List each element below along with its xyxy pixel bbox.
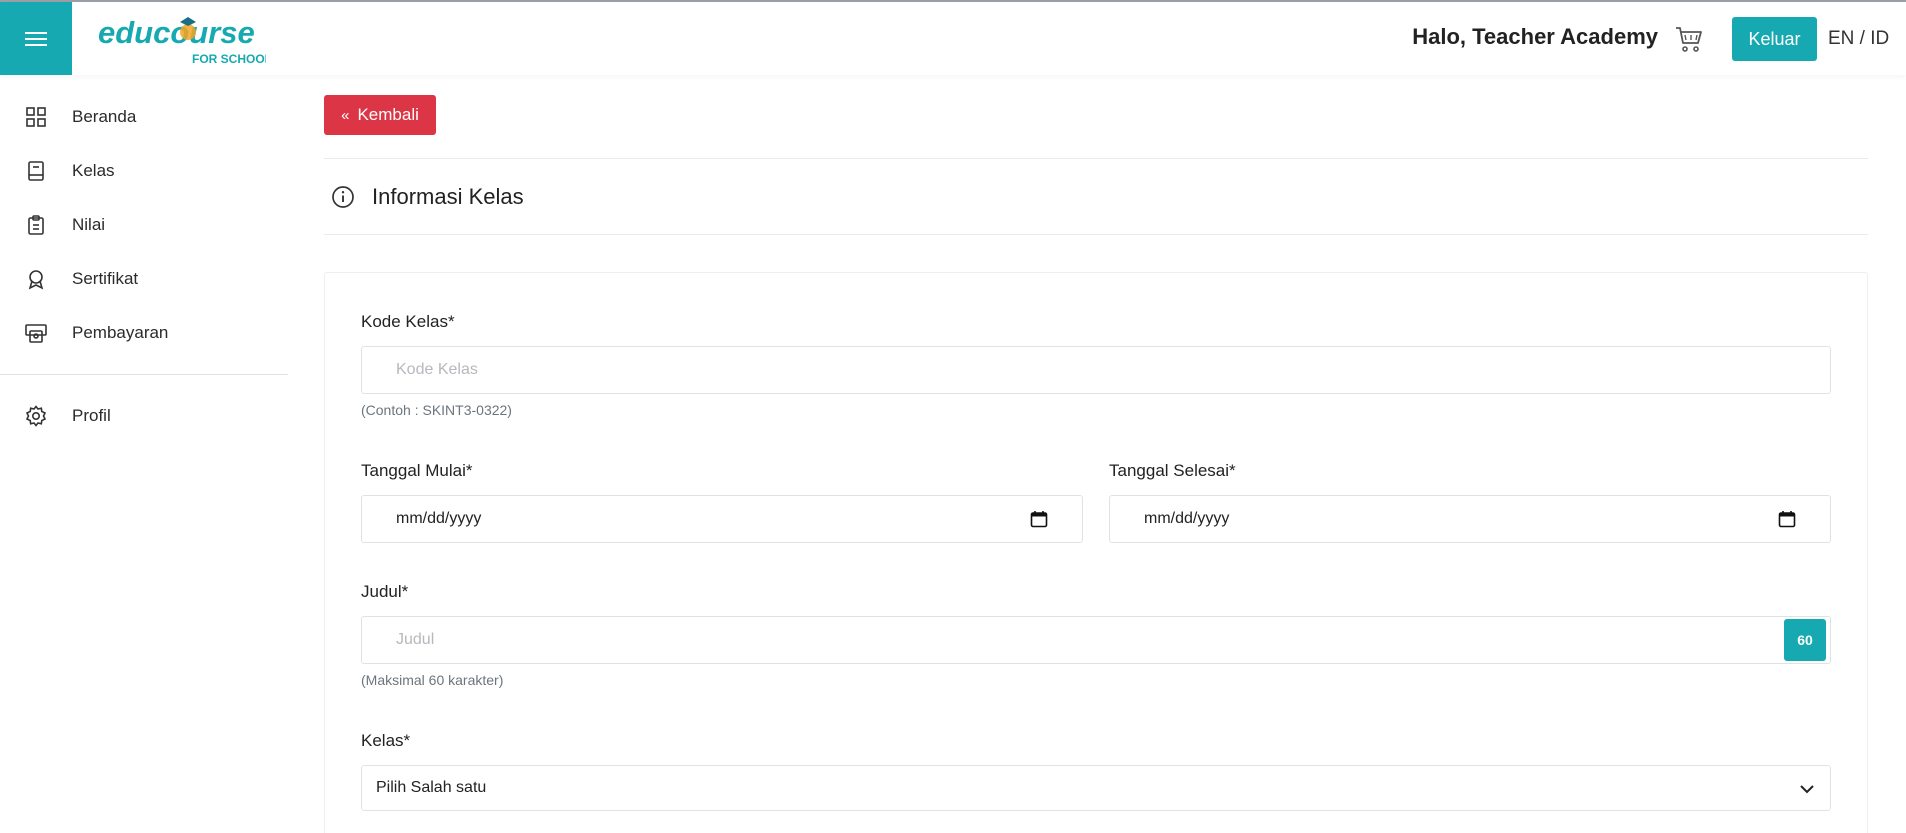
- judul-input[interactable]: [361, 616, 1831, 664]
- tanggal-mulai-label: Tanggal Mulai*: [361, 461, 473, 480]
- double-chevron-left-icon: «: [341, 106, 350, 124]
- back-button-label: Kembali: [357, 105, 419, 124]
- sidebar-item-label: Beranda: [72, 107, 137, 126]
- logout-button[interactable]: Keluar: [1732, 17, 1817, 61]
- language-switcher: EN / ID: [1828, 28, 1889, 50]
- cart-icon[interactable]: [1674, 24, 1704, 54]
- back-button[interactable]: « Kembali: [324, 95, 436, 135]
- kode-kelas-input[interactable]: [361, 346, 1831, 394]
- payment-icon: [24, 321, 48, 345]
- sidebar-item-label: Nilai: [72, 215, 106, 234]
- sidebar-item-label: Sertifikat: [72, 269, 139, 288]
- tanggal-selesai-input[interactable]: mm/dd/yyyy: [1109, 495, 1831, 543]
- sidebar-item-label: Profil: [72, 406, 111, 425]
- calendar-icon[interactable]: [1030, 510, 1048, 528]
- sidebar-item-label: Kelas: [72, 161, 115, 180]
- judul-hint: (Maksimal 60 karakter): [361, 672, 504, 688]
- tanggal-selesai-label: Tanggal Selesai*: [1109, 461, 1236, 480]
- clipboard-icon: [24, 213, 48, 237]
- gear-icon: [24, 404, 48, 428]
- sidebar-item-beranda[interactable]: Beranda: [0, 90, 288, 144]
- tanggal-selesai-value: mm/dd/yyyy: [1144, 510, 1230, 527]
- kelas-select-value: Pilih Salah satu: [376, 779, 487, 796]
- section-title: Informasi Kelas: [372, 184, 524, 209]
- chevron-down-icon: [1800, 785, 1814, 794]
- logo-subtext: FOR SCHOOL: [192, 52, 266, 66]
- award-icon: [24, 267, 48, 291]
- lang-id-link[interactable]: ID: [1870, 28, 1889, 49]
- kelas-select[interactable]: Pilih Salah satu: [361, 765, 1831, 811]
- sidebar-item-pembayaran[interactable]: Pembayaran: [0, 306, 288, 360]
- lang-en-link[interactable]: EN: [1828, 28, 1854, 49]
- menu-toggle-button[interactable]: [0, 2, 72, 75]
- lang-separator: /: [1854, 28, 1871, 49]
- sidebar-item-sertifikat[interactable]: Sertifikat: [0, 252, 288, 306]
- sidebar-item-label: Pembayaran: [72, 323, 169, 342]
- top-header: educourse FOR SCHOOL Halo, Teacher Acade…: [0, 2, 1906, 75]
- sidebar-item-nilai[interactable]: Nilai: [0, 198, 288, 252]
- tanggal-mulai-input[interactable]: mm/dd/yyyy: [361, 495, 1083, 543]
- info-icon: [332, 186, 354, 208]
- sidebar-item-profil[interactable]: Profil: [0, 389, 288, 443]
- judul-label: Judul*: [361, 582, 409, 601]
- kelas-label: Kelas*: [361, 731, 411, 750]
- user-greeting: Halo, Teacher Academy: [1412, 24, 1658, 49]
- character-counter-badge: 60: [1784, 619, 1826, 661]
- sidebar: Beranda Kelas Nilai Sertifikat Pembayara…: [0, 90, 288, 443]
- calendar-icon[interactable]: [1778, 510, 1796, 528]
- tanggal-mulai-value: mm/dd/yyyy: [396, 510, 482, 527]
- kode-kelas-hint: (Contoh : SKINT3-0322): [361, 402, 512, 418]
- sidebar-item-kelas[interactable]: Kelas: [0, 144, 288, 198]
- sidebar-divider: [0, 374, 288, 375]
- book-icon: [24, 159, 48, 183]
- logo-text: educourse: [98, 15, 255, 50]
- grid-icon: [24, 105, 48, 129]
- kode-kelas-label: Kode Kelas*: [361, 312, 455, 331]
- section-divider-top: [324, 158, 1868, 159]
- hamburger-icon: [25, 31, 47, 46]
- section-divider-bottom: [324, 234, 1868, 235]
- educourse-logo[interactable]: educourse FOR SCHOOL: [96, 10, 266, 68]
